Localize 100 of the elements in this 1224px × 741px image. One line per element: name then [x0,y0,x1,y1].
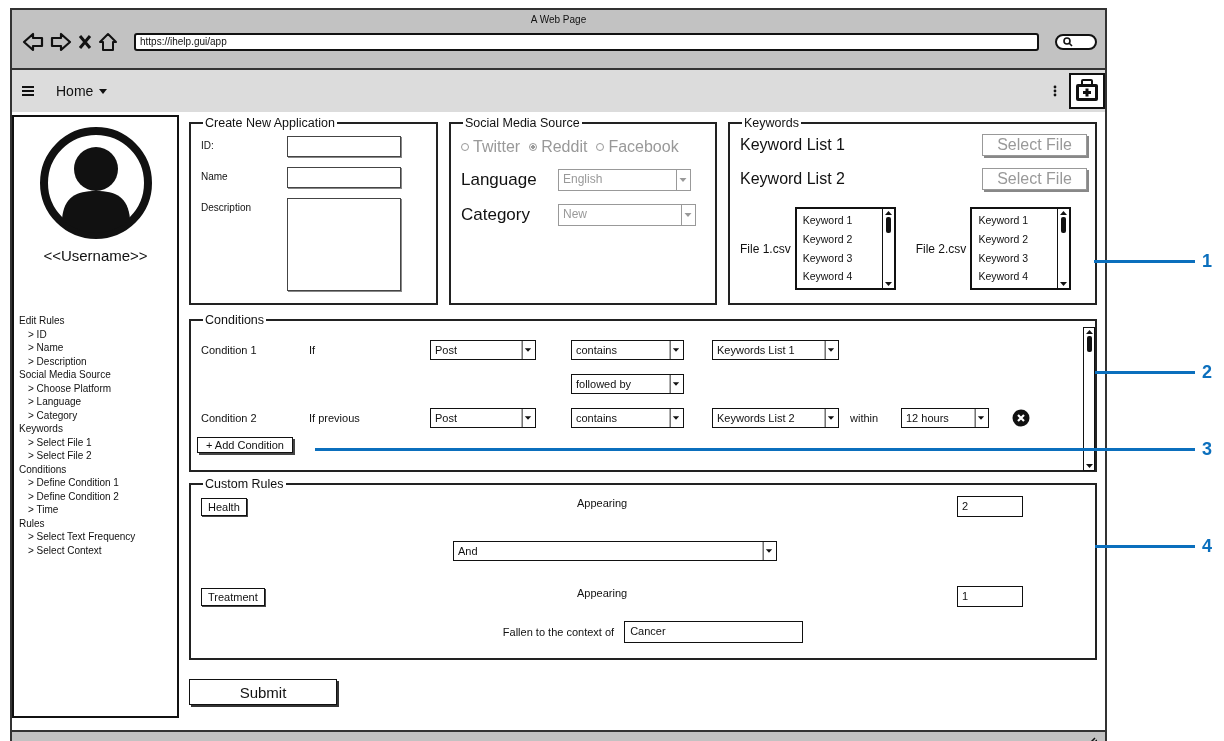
add-condition-button[interactable]: + Add Condition [197,437,293,453]
search-icon [1063,37,1073,47]
keyword-list[interactable]: Keyword 1 Keyword 2 Keyword 3 Keyword 4 [970,207,1072,290]
outline-item[interactable]: > Time [19,503,177,517]
list-item[interactable]: Keyword 1 [978,211,1058,230]
file-name: File 1.csv [740,241,791,256]
condition-label: Condition 2 [201,412,258,424]
username: <<Username>> [43,247,148,264]
scroll-thumb[interactable] [1086,336,1092,352]
scroll-down-icon[interactable] [883,280,893,288]
outline-heading[interactable]: Edit Rules [19,314,177,328]
scrollbar[interactable] [881,209,894,288]
field-label: Name [201,170,229,184]
outline-item[interactable]: > Language [19,395,177,409]
scroll-down-icon[interactable] [1059,280,1069,288]
address-field[interactable]: https://ihelp.gui/app [134,33,1039,51]
list-item[interactable]: Keyword 1 [802,211,882,230]
count-field[interactable]: 1 [957,585,1023,607]
window-title: A Web Page [529,14,588,26]
list-label: Keyword List 2 [740,170,845,188]
text-area[interactable] [287,198,401,291]
dropdown[interactable]: Post [430,340,536,360]
scroll-thumb[interactable] [1061,217,1067,233]
caret-icon [99,88,108,94]
callout-number: 4 [1202,535,1212,557]
list-item[interactable]: Keyword 2 [802,229,882,249]
scroll-up-icon[interactable] [883,209,893,217]
condition-label: Condition 1 [201,344,258,356]
dropdown[interactable]: contains [571,340,684,360]
outline-item[interactable]: > Choose Platform [19,381,177,395]
outline-item[interactable]: > Select File 2 [19,449,177,463]
outline-heading[interactable]: Rules [19,516,177,530]
panel-title: Custom Rules [204,477,285,491]
outline-item[interactable]: > Description [19,354,177,368]
outline-item[interactable]: > Select File 1 [19,435,177,449]
appearing-label: Appearing [577,497,628,509]
back-icon[interactable] [22,32,44,52]
panel-title: Create New Application [204,116,336,130]
scrollbar[interactable] [1083,327,1095,471]
term-field[interactable]: Treatment [201,587,265,606]
panel-title: Conditions [204,313,266,327]
dropdown[interactable]: Post [430,408,536,428]
list-item[interactable]: Keyword 4 [978,267,1058,287]
remove-icon[interactable] [1012,409,1030,427]
list-label: Keyword List 1 [740,136,845,154]
field-label: Language [461,170,538,190]
dropdown[interactable]: Keywords List 2 [712,408,839,428]
scroll-up-icon[interactable] [1084,328,1094,336]
scrollbar[interactable] [1057,209,1070,288]
outline-item[interactable]: > ID [19,327,177,341]
list-item[interactable]: Keyword 3 [978,248,1058,268]
dropdown[interactable]: Keywords List 1 [712,340,839,360]
panel-title: Social Media Source [464,116,581,130]
condition-prefix: If previous [309,412,361,424]
dropdown[interactable]: followed by [571,374,684,394]
more-icon[interactable] [1053,85,1057,97]
first-aid-kit-icon[interactable] [1069,73,1105,109]
callout-number: 1 [1202,250,1212,272]
term-field[interactable]: Health [201,497,247,516]
context-label: Fallen to the context of [502,626,615,638]
outline-heading[interactable]: Conditions [19,462,177,476]
close-icon[interactable] [78,34,92,50]
condition-prefix: If [309,344,317,356]
submit-button[interactable]: Submit [189,679,337,705]
dropdown[interactable]: contains [571,408,684,428]
dropdown[interactable]: 12 hours [901,408,989,428]
forward-icon[interactable] [50,32,72,52]
panel-title: Keywords [743,116,800,130]
scroll-thumb[interactable] [885,217,891,233]
outline-item[interactable]: > Name [19,341,177,355]
list-item[interactable]: Keyword 4 [802,267,882,287]
callout-number: 3 [1202,438,1212,460]
input-field[interactable] [287,167,401,188]
outline-heading[interactable]: Social Media Source [19,368,177,382]
outline-item[interactable]: > Define Condition 2 [19,489,177,503]
outline-item[interactable]: > Select Text Frequency [19,530,177,544]
list-item[interactable]: Keyword 3 [802,248,882,268]
callout-number: 2 [1202,361,1212,383]
list-item[interactable]: Keyword 2 [978,229,1058,249]
count-field[interactable]: 2 [957,495,1023,517]
input-field[interactable] [287,136,401,157]
scroll-down-icon[interactable] [1084,462,1094,470]
field-label: ID: [201,139,215,153]
outline-item[interactable]: > Define Condition 1 [19,476,177,490]
scroll-up-icon[interactable] [1059,209,1069,217]
avatar-icon [39,127,152,239]
menu-icon[interactable] [22,86,34,96]
file-name: File 2.csv [915,241,967,256]
within-label: within [850,412,880,424]
home-menu[interactable]: Home [56,83,108,99]
outline-item[interactable]: > Select Context [19,543,177,557]
search-field[interactable] [1055,34,1097,50]
outline-item[interactable]: > Category [19,408,177,422]
keyword-list[interactable]: Keyword 1 Keyword 2 Keyword 3 Keyword 4 [794,207,896,290]
field-label: Description [201,201,253,215]
dropdown[interactable]: And [453,541,777,561]
context-field[interactable]: Cancer [624,621,804,643]
home-icon[interactable] [98,32,118,52]
outline-heading[interactable]: Keywords [19,422,177,436]
field-label: Category [461,205,531,225]
